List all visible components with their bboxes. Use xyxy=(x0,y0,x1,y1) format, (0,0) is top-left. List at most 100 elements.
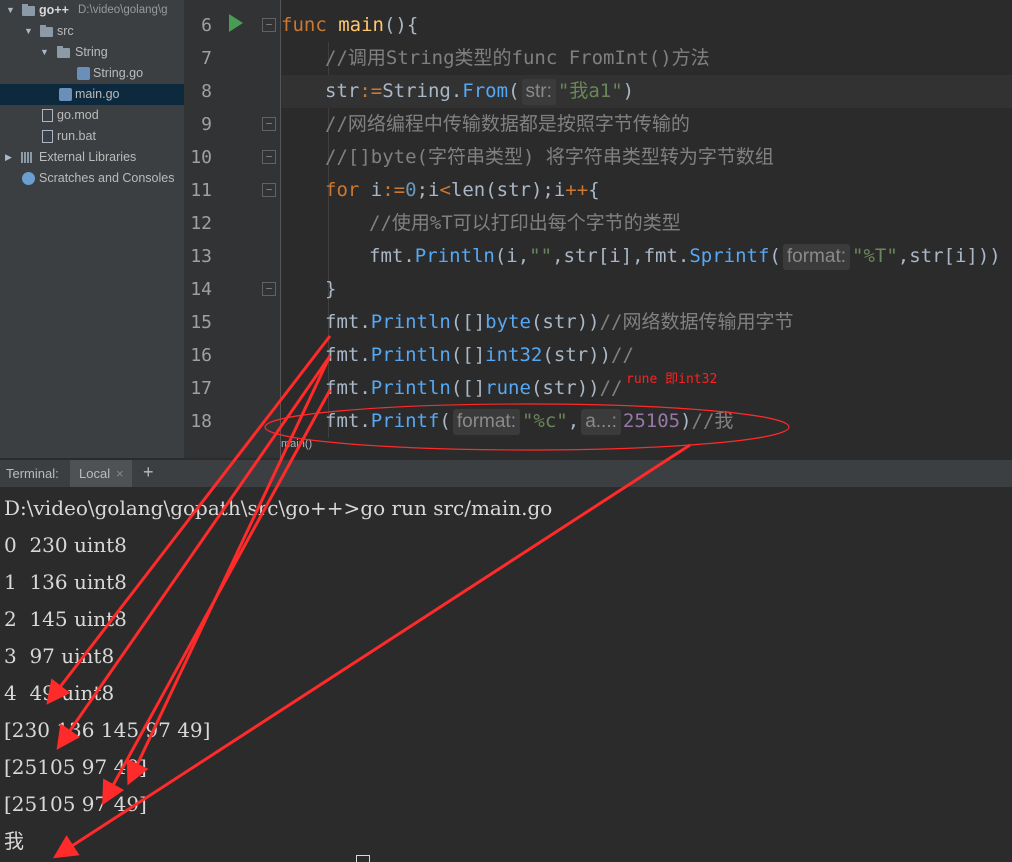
code-editor[interactable]: 6 7 8 9 10 11 12 13 14 15 16 17 18 − − −… xyxy=(184,0,1012,458)
comment: //调用String类型的func FromInt()方法 xyxy=(325,47,710,69)
code-text: ( xyxy=(769,245,781,267)
method-name: Printf xyxy=(370,410,440,432)
code-text: fmt. xyxy=(369,245,415,267)
terminal-line: 1 136 uint8 xyxy=(4,570,127,594)
tree-item-label: main.go xyxy=(75,87,120,101)
tree-item-go-mod[interactable]: go.mod xyxy=(0,105,184,126)
string-literal: "我a1" xyxy=(557,80,623,102)
tree-item-src[interactable]: ▼ src xyxy=(0,21,184,42)
code-line-11[interactable]: for i:=0;i<len(str);i++{ xyxy=(281,174,1012,207)
code-text: ) xyxy=(680,410,692,432)
code-text: ([] xyxy=(450,311,486,333)
code-line-6[interactable]: func main(){ xyxy=(281,9,1012,42)
chevron-down-icon[interactable]: ▼ xyxy=(40,42,49,63)
parameter-hint: format: xyxy=(782,244,850,270)
code-text: fmt. xyxy=(325,410,371,432)
tree-item-main-go[interactable]: main.go xyxy=(0,84,184,105)
method-name: Println xyxy=(370,311,451,333)
tab-local-label[interactable]: Local xyxy=(79,466,110,481)
code-line-12[interactable]: //使用%T可以打印出每个字节的类型 xyxy=(281,207,1012,240)
keyword: func xyxy=(281,14,327,36)
folder-icon xyxy=(57,46,70,58)
editor-gutter: 6 7 8 9 10 11 12 13 14 15 16 17 18 − − −… xyxy=(184,0,280,458)
code-line-18[interactable]: fmt.Printf(format: "%c", a...: 25105)//我 xyxy=(281,405,1012,438)
close-icon[interactable]: × xyxy=(116,466,124,481)
tree-item-root[interactable]: ▼ go++ D:\video\golang\g xyxy=(0,0,184,21)
code-text: fmt. xyxy=(325,344,371,366)
number-literal: 25105 xyxy=(622,410,681,432)
code-line-9[interactable]: //网络编程中传输数据都是按照字节传输的 xyxy=(281,108,1012,141)
code-text: ([] xyxy=(450,377,486,399)
code-text: (){ xyxy=(383,14,419,36)
string-literal: "" xyxy=(529,245,553,267)
tree-item-label: External Libraries xyxy=(39,150,137,164)
tree-item-scratches[interactable]: Scratches and Consoles xyxy=(0,168,184,189)
comment: //网络数据传输用字节 xyxy=(599,311,794,333)
run-icon[interactable] xyxy=(229,14,243,32)
code-text: (str)) xyxy=(530,377,600,399)
line-number: 10 xyxy=(190,147,212,168)
line-number: 12 xyxy=(190,213,212,234)
code-line-10[interactable]: //[]byte(字符串类型) 将字符串类型转为字节数组 xyxy=(281,141,1012,174)
code-line-13[interactable]: fmt.Println(i,"",str[i],fmt.Sprintf(form… xyxy=(281,240,1012,273)
code-text: ) xyxy=(622,80,635,102)
code-text: str xyxy=(325,80,360,102)
folder-icon xyxy=(22,4,35,16)
chevron-right-icon[interactable]: ▶ xyxy=(5,147,12,168)
method-name: Println xyxy=(370,377,451,399)
function-name: main xyxy=(338,14,384,36)
type-name: byte xyxy=(485,311,531,333)
tree-item-label: String.go xyxy=(93,66,144,80)
operator: := xyxy=(382,179,406,201)
fold-icon[interactable]: − xyxy=(262,150,276,164)
terminal-line: D:\video\golang\gopath\src\go++>go run s… xyxy=(4,496,553,520)
keyword: for xyxy=(325,179,360,201)
code-line-15[interactable]: fmt.Println([]byte(str))//网络数据传输用字节 xyxy=(281,306,1012,339)
operator: := xyxy=(359,80,383,102)
parameter-hint: a...: xyxy=(581,409,621,435)
scratches-icon xyxy=(22,172,35,185)
terminal-line: 0 230 uint8 xyxy=(4,533,127,557)
chevron-down-icon[interactable]: ▼ xyxy=(6,0,15,21)
chevron-down-icon[interactable]: ▼ xyxy=(24,21,33,42)
operator: < xyxy=(439,179,451,201)
string-literal: "%T" xyxy=(852,245,898,267)
line-number: 13 xyxy=(190,246,212,267)
tree-item-label: run.bat xyxy=(57,129,96,143)
fold-icon[interactable]: − xyxy=(262,282,276,296)
code-text: } xyxy=(325,278,337,300)
terminal-line: 3 97 uint8 xyxy=(4,644,115,668)
tree-item-run-bat[interactable]: run.bat xyxy=(0,126,184,147)
fold-icon[interactable]: − xyxy=(262,18,276,32)
folder-icon xyxy=(40,25,53,37)
terminal-cursor xyxy=(356,855,370,862)
line-number: 7 xyxy=(201,48,212,69)
tree-item-string-folder[interactable]: ▼ String xyxy=(0,42,184,63)
terminal-line: 我 xyxy=(4,829,24,853)
parameter-hint: str: xyxy=(521,79,556,105)
comment: //网络编程中传输数据都是按照字节传输的 xyxy=(325,113,690,135)
tree-item-string-go[interactable]: String.go xyxy=(0,63,184,84)
breadcrumb[interactable]: main() xyxy=(281,438,312,450)
tree-root-label: go++ xyxy=(39,3,69,17)
code-text: fmt. xyxy=(325,311,371,333)
code-text: { xyxy=(588,179,600,201)
code-line-7[interactable]: //调用String类型的func FromInt()方法 xyxy=(281,42,1012,75)
project-tree: ▼ go++ D:\video\golang\g ▼ src ▼ String … xyxy=(0,0,184,458)
file-icon xyxy=(42,109,53,122)
comment: // xyxy=(599,377,623,399)
code-text: ([] xyxy=(450,344,486,366)
code-line-14[interactable]: } xyxy=(281,273,1012,306)
tree-item-label: src xyxy=(57,24,74,38)
line-number: 11 xyxy=(190,180,212,201)
line-number: 8 xyxy=(201,81,212,102)
add-tab-icon[interactable]: + xyxy=(143,462,154,483)
code-line-8[interactable]: str:=String.From(str: "我a1") xyxy=(281,75,1012,108)
terminal-output[interactable]: D:\video\golang\gopath\src\go++>go run s… xyxy=(0,487,1012,862)
code-text: len(str);i xyxy=(450,179,566,201)
fold-icon[interactable]: − xyxy=(262,117,276,131)
tree-item-external-libraries[interactable]: ▶ External Libraries xyxy=(0,147,184,168)
fold-icon[interactable]: − xyxy=(262,183,276,197)
terminal-line: [230 136 145 97 49] xyxy=(4,718,211,742)
library-icon xyxy=(21,152,34,165)
